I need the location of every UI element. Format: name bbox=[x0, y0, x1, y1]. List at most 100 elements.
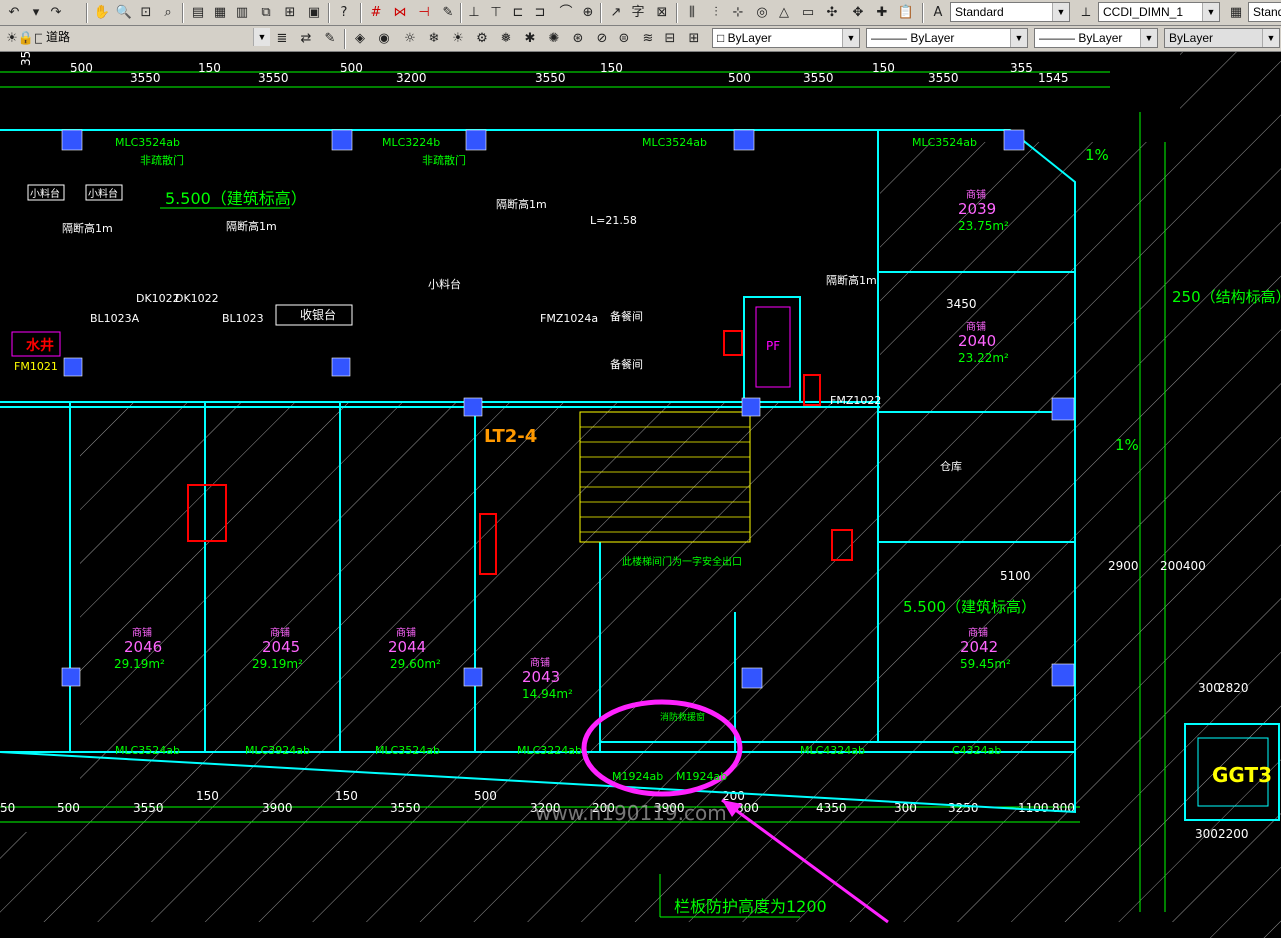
hatch-region bbox=[0, 832, 1180, 922]
dim-style-icon[interactable]: ⟂ bbox=[1076, 3, 1096, 23]
layer-off-icon[interactable]: ☼ bbox=[400, 29, 420, 49]
triangle-icon[interactable]: △ bbox=[774, 3, 794, 23]
circle-icon[interactable]: ◎ bbox=[752, 3, 772, 23]
dim-text: 3250 bbox=[948, 801, 979, 815]
layer-thaw-icon[interactable]: ❅ bbox=[496, 29, 516, 49]
lineweight-select[interactable]: ——— ByLayer ▼ bbox=[1034, 28, 1158, 48]
dim-aligned-icon[interactable]: ⊤ bbox=[486, 3, 506, 23]
mtext-icon[interactable]: ⊠ bbox=[652, 3, 672, 23]
dim-text: 150 bbox=[600, 61, 623, 75]
layer-previous-icon[interactable]: ⇄ bbox=[296, 29, 316, 49]
linetype-select[interactable]: ——— ByLayer ▼ bbox=[866, 28, 1028, 48]
table-style-select[interactable]: Standa bbox=[1248, 2, 1281, 22]
dim-text: 2200 bbox=[1218, 827, 1249, 841]
snap-icon[interactable]: ⋈ bbox=[390, 3, 410, 23]
table-style-icon[interactable]: ▦ bbox=[1226, 3, 1246, 23]
dim-baseline-icon[interactable]: ⊏ bbox=[508, 3, 528, 23]
move-icon[interactable]: ✥ bbox=[848, 3, 868, 23]
dim-arc-icon[interactable]: ⌒ bbox=[556, 3, 576, 23]
elevation-label: 5.500（建筑标高） bbox=[165, 189, 307, 208]
array-icon[interactable]: ⫶ bbox=[706, 3, 726, 23]
layer-select[interactable]: 道路 ▼ bbox=[42, 28, 270, 48]
dim-ordinate-icon[interactable]: ⊕ bbox=[578, 3, 598, 23]
room-label: 备餐间 bbox=[610, 309, 643, 323]
undo-icon[interactable]: ↶ bbox=[4, 3, 24, 23]
layer-freeze-icon[interactable]: ❄ bbox=[424, 29, 444, 49]
hatch-icon[interactable]: ⫼ bbox=[682, 3, 702, 23]
tool-palettes-icon[interactable]: ▥ bbox=[232, 3, 252, 23]
plotstyle-select[interactable]: ByLayer ▼ bbox=[1164, 28, 1280, 48]
text-style-icon[interactable]: A bbox=[928, 3, 948, 23]
text-style-select[interactable]: Standard ▼ bbox=[950, 2, 1070, 22]
block-icon[interactable]: ⊹ bbox=[728, 3, 748, 23]
room-label: 小料台 bbox=[88, 187, 118, 200]
hatch-region bbox=[1180, 52, 1281, 938]
layer-states-icon[interactable]: ✎ bbox=[320, 29, 340, 49]
dropdown-arrow-icon[interactable]: ▾ bbox=[26, 3, 46, 23]
room-label: 仓库 bbox=[940, 459, 962, 473]
dim-text: 500 bbox=[57, 801, 80, 815]
text-icon[interactable]: 字 bbox=[628, 3, 648, 23]
clipboard-icon[interactable]: 📋 bbox=[896, 3, 916, 23]
scale-icon[interactable]: ✚ bbox=[872, 3, 892, 23]
exit-note: 非疏散门 bbox=[140, 153, 184, 167]
window-label: MLC3524ab bbox=[912, 136, 977, 149]
zoom-previous-icon[interactable]: ⌕ bbox=[158, 3, 178, 23]
pan-icon[interactable]: ✋ bbox=[92, 3, 112, 23]
black-region bbox=[0, 412, 80, 712]
dim-continue-icon[interactable]: ⊐ bbox=[530, 3, 550, 23]
slope-label: 1% bbox=[1115, 436, 1139, 454]
door-label: DK1022 bbox=[175, 292, 219, 305]
railing-note: 栏板防护高度为1200 bbox=[674, 897, 827, 916]
leader-icon[interactable]: ↗ bbox=[606, 3, 626, 23]
markup-icon[interactable]: ⊞ bbox=[280, 3, 300, 23]
window-label: C4324ab bbox=[952, 744, 1001, 757]
dim-linear-icon[interactable]: ⊥ bbox=[464, 3, 484, 23]
layer-merge-icon[interactable]: ⊛ bbox=[568, 29, 588, 49]
layer-match-icon[interactable]: ⊜ bbox=[614, 29, 634, 49]
rectangle-icon[interactable]: ▭ bbox=[798, 3, 818, 23]
shop-area: 23.22m² bbox=[958, 351, 1009, 365]
layer-delete-icon[interactable]: ⊘ bbox=[592, 29, 612, 49]
layer-unisolate-icon[interactable]: ◉ bbox=[374, 29, 394, 49]
elevation-label: 250（结构标高） bbox=[1172, 288, 1281, 306]
redo-icon[interactable]: ↷ bbox=[46, 3, 66, 23]
dim-style-select[interactable]: CCDI_DIMN_1 ▼ bbox=[1098, 2, 1220, 22]
layer-translate-icon[interactable]: ⊞ bbox=[684, 29, 704, 49]
design-center-icon[interactable]: ▦ bbox=[210, 3, 230, 23]
ortho-icon[interactable]: ⊣ bbox=[414, 3, 434, 23]
layer-walk-icon[interactable]: ⚙ bbox=[472, 29, 492, 49]
layer-copy-icon[interactable]: ⊟ bbox=[660, 29, 680, 49]
door-label: FM1021 bbox=[14, 360, 58, 373]
toolbar-separator bbox=[360, 3, 362, 23]
door-label: M1924ab bbox=[676, 770, 727, 783]
water-well-label: 水井 bbox=[26, 337, 54, 354]
drawing-canvas[interactable]: 3500 500 3550 150 3550 500 3200 3550 150… bbox=[0, 52, 1281, 938]
osnap-icon[interactable]: ✎ bbox=[438, 3, 458, 23]
window-label: MLC3524ab bbox=[115, 744, 180, 757]
zoom-realtime-icon[interactable]: 🔍 bbox=[114, 3, 134, 23]
window-label: MLC3224b bbox=[382, 136, 440, 149]
layer-manager-icon[interactable]: ≣ bbox=[272, 29, 292, 49]
layers-toolbar: ☀ 🔒 □ 道路 ▼ ≣ ⇄ ✎ ◈ ◉ ☼ ❄ ☀ ⚙ ❅ ✱ ✺ ⊛ ⊘ ⊜ … bbox=[0, 26, 1281, 52]
layer-unlock-icon[interactable]: ✺ bbox=[544, 29, 564, 49]
sheet-set-icon[interactable]: ⧉ bbox=[256, 3, 276, 23]
layer-lock-icon[interactable]: ✱ bbox=[520, 29, 540, 49]
calculator-icon[interactable]: ▣ bbox=[304, 3, 324, 23]
layer-change-icon[interactable]: ≋ bbox=[638, 29, 658, 49]
grid-icon[interactable]: # bbox=[366, 3, 386, 23]
room-label: 小料台 bbox=[428, 277, 461, 291]
layer-iso-icon[interactable]: ◈ bbox=[350, 29, 370, 49]
help-icon[interactable]: ? bbox=[334, 3, 354, 23]
zoom-window-icon[interactable]: ⊡ bbox=[136, 3, 156, 23]
shop-area: 29.19m² bbox=[252, 657, 303, 671]
slope-label: 1% bbox=[1085, 146, 1109, 164]
properties-icon[interactable]: ▤ bbox=[188, 3, 208, 23]
hatch-region bbox=[80, 402, 880, 832]
compass-icon[interactable]: ✣ bbox=[822, 3, 842, 23]
dim-text: 150 bbox=[198, 61, 221, 75]
chevron-down-icon: ▼ bbox=[842, 29, 859, 47]
color-select[interactable]: □ ByLayer ▼ bbox=[712, 28, 860, 48]
layer-on-icon[interactable]: ☀ bbox=[448, 29, 468, 49]
toolbar-separator bbox=[460, 3, 462, 23]
